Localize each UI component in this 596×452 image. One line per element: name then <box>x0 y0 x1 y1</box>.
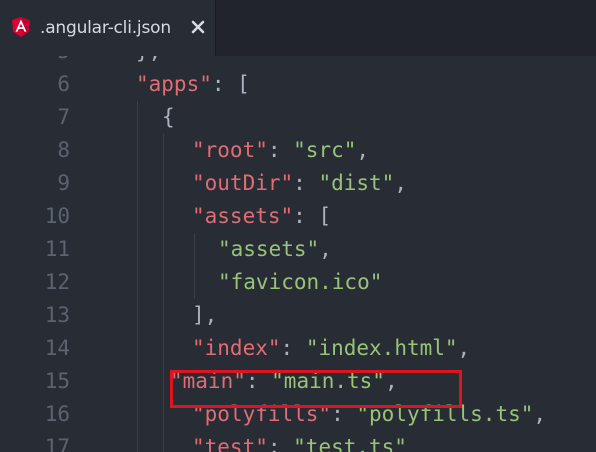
json-punctuation: : <box>245 369 272 393</box>
json-key: "index" <box>192 336 281 360</box>
line-code: "outDir": "dist", <box>192 167 407 200</box>
line-number: 17 <box>44 435 70 452</box>
indent-guide <box>137 101 138 452</box>
json-punctuation: { <box>162 105 175 129</box>
json-punctuation: ], <box>192 303 218 327</box>
indent-guide <box>194 233 195 299</box>
code-line: 14 "index": "index.html", <box>0 332 596 365</box>
code-line: 5}, <box>0 56 596 68</box>
tab-bar: .angular-cli.json <box>0 0 596 56</box>
json-punctuation: : <box>293 171 319 195</box>
code-editor[interactable]: 5},6"apps": [7{8"root": "src",9"outDir":… <box>0 56 596 452</box>
indent-guide <box>163 134 164 452</box>
code-line: 13], <box>0 299 596 332</box>
line-code: ], <box>192 299 217 332</box>
code-line: 17 "test": "test.ts" <box>0 431 596 452</box>
json-punctuation: , <box>394 171 407 195</box>
json-string: "favicon.ico" <box>218 270 383 294</box>
line-number: 6 <box>57 72 70 96</box>
code-lines: 5},6"apps": [7{8"root": "src",9"outDir":… <box>0 56 596 452</box>
json-key: "main" <box>170 369 246 393</box>
line-number: 15 <box>44 369 70 393</box>
tab-title: .angular-cli.json <box>40 18 171 38</box>
line-number: 11 <box>44 237 70 261</box>
json-key: "root" <box>192 138 268 162</box>
line-code: }, <box>136 56 161 68</box>
json-key: "outDir" <box>192 171 294 195</box>
line-code: "assets", <box>218 233 332 266</box>
line-code: { <box>162 101 175 134</box>
json-string: "main.ts" <box>271 369 385 393</box>
json-punctuation: : <box>280 336 306 360</box>
line-code: "main": "main.ts", <box>170 365 398 398</box>
line-number: 10 <box>44 204 70 228</box>
line-number: 8 <box>57 138 70 162</box>
line-code: "index": "index.html", <box>192 332 470 365</box>
code-line: 12 "favicon.ico" <box>0 266 596 299</box>
line-number: 7 <box>57 105 70 129</box>
json-string: "src" <box>293 138 357 162</box>
json-punctuation: : [ <box>293 204 332 228</box>
code-line: 10 "assets": [ <box>0 200 596 233</box>
json-key: "polyfills" <box>192 402 332 426</box>
line-number: 9 <box>57 171 70 195</box>
line-code: "root": "src", <box>192 134 369 167</box>
line-number: 5 <box>0 56 70 68</box>
json-punctuation: , <box>457 336 471 360</box>
code-line: 15 "main": "main.ts", <box>0 365 596 398</box>
line-number: 14 <box>44 336 70 360</box>
close-icon[interactable] <box>190 17 206 37</box>
json-string: "assets" <box>218 237 320 261</box>
json-punctuation: : [ <box>211 72 250 96</box>
line-code: "test": "test.ts" <box>192 431 407 452</box>
json-string: "index.html" <box>305 336 458 360</box>
json-string: "polyfills.ts" <box>356 402 534 426</box>
json-punctuation: , <box>533 402 547 426</box>
line-number: 13 <box>44 303 70 327</box>
code-line: 6 "apps": [ <box>0 68 596 101</box>
angular-icon <box>12 17 30 37</box>
json-punctuation: , <box>384 369 398 393</box>
code-line: 7{ <box>0 101 596 134</box>
line-code: "apps": [ <box>136 68 250 101</box>
code-line: 9 "outDir": "dist", <box>0 167 596 200</box>
code-line: 11 "assets", <box>0 233 596 266</box>
tab-angular-cli-json[interactable]: .angular-cli.json <box>0 0 216 56</box>
code-line: 16 "polyfills": "polyfills.ts", <box>0 398 596 431</box>
json-punctuation: , <box>356 138 370 162</box>
json-punctuation: : <box>267 138 294 162</box>
json-punctuation: }, <box>136 56 161 63</box>
line-number: 12 <box>44 270 70 294</box>
line-code: "favicon.ico" <box>218 266 382 299</box>
json-string: "test.ts" <box>293 435 407 452</box>
json-punctuation: : <box>331 402 357 426</box>
json-punctuation: , <box>319 237 332 261</box>
line-code: "polyfills": "polyfills.ts", <box>192 398 546 431</box>
code-line: 8 "root": "src", <box>0 134 596 167</box>
json-key: "test" <box>192 435 268 452</box>
json-string: "dist" <box>318 171 395 195</box>
json-key: "apps" <box>136 72 212 96</box>
line-number: 16 <box>44 402 70 426</box>
json-key: "assets" <box>192 204 294 228</box>
line-code: "assets": [ <box>192 200 331 233</box>
json-punctuation: : <box>267 435 294 452</box>
